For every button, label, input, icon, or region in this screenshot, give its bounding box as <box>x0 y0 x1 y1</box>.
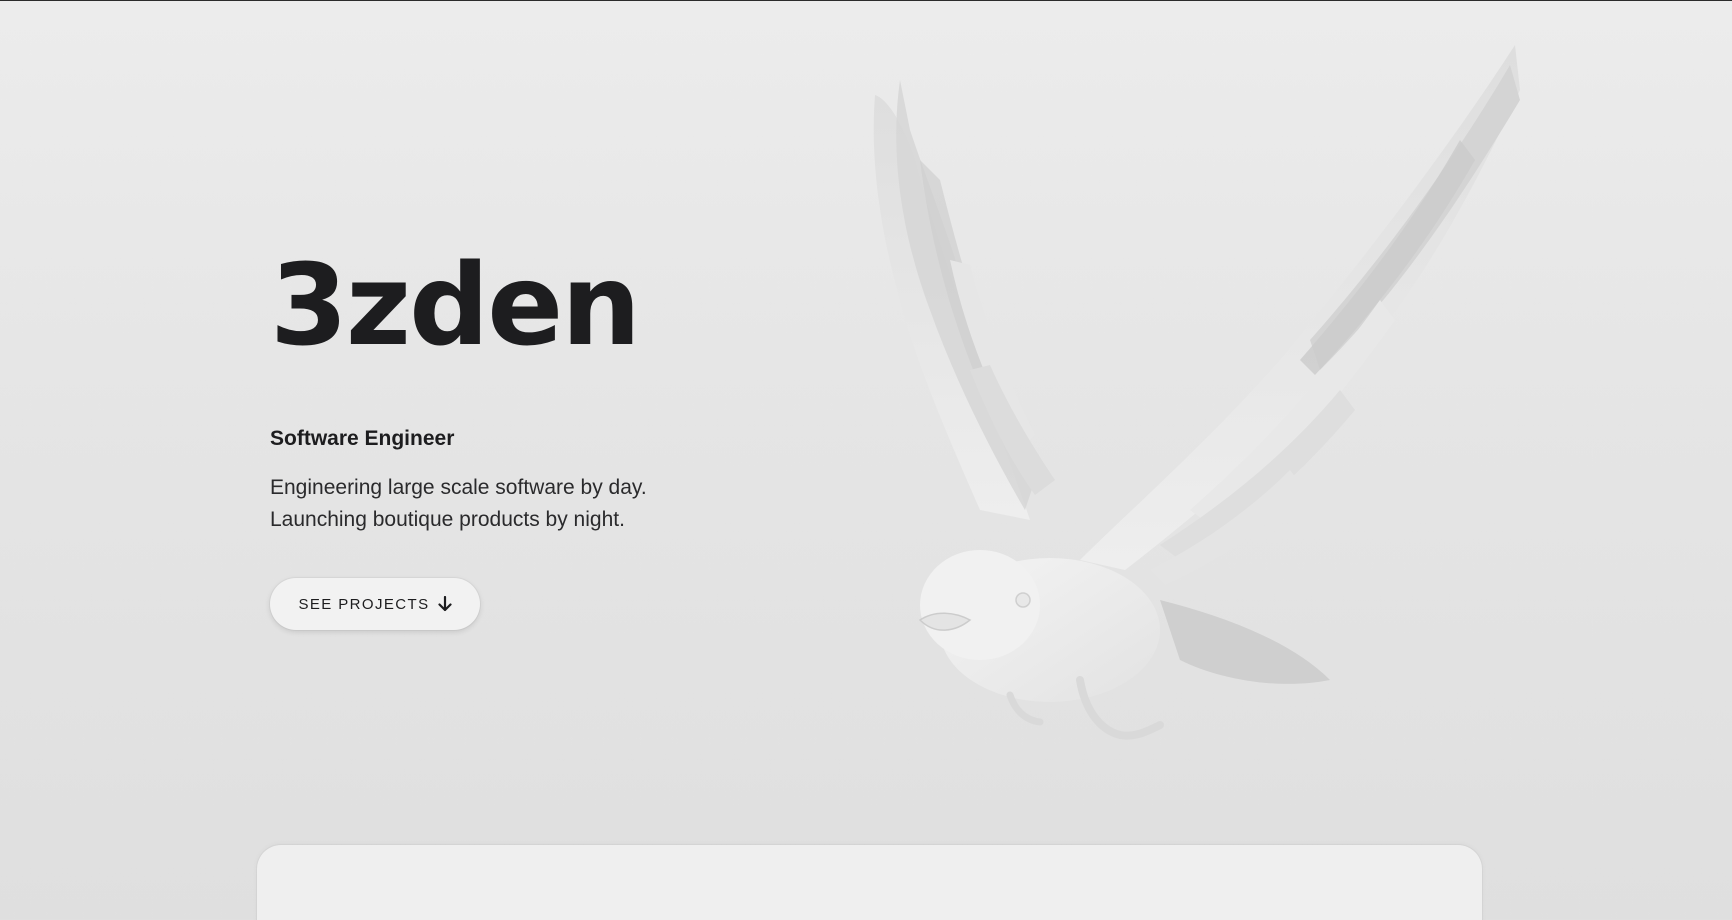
bird-tail <box>1160 600 1330 684</box>
tagline: Engineering large scale software by day.… <box>270 472 647 536</box>
tagline-line-2: Launching boutique products by night. <box>270 508 625 531</box>
job-title: Software Engineer <box>270 427 455 450</box>
bird-illustration <box>873 45 1520 740</box>
see-projects-label: SEE PROJECTS <box>298 595 430 613</box>
see-projects-button[interactable]: SEE PROJECTS <box>270 578 480 630</box>
page-title: 3zden <box>270 241 641 371</box>
projects-panel <box>257 845 1482 920</box>
tagline-line-1: Engineering large scale software by day. <box>270 476 647 499</box>
bird-body <box>918 550 1164 740</box>
hero-section: 3zden Software Engineer Engineering larg… <box>270 0 870 700</box>
right-wing <box>1080 45 1520 585</box>
left-wing <box>873 80 1055 520</box>
arrow-down-icon <box>437 596 452 612</box>
